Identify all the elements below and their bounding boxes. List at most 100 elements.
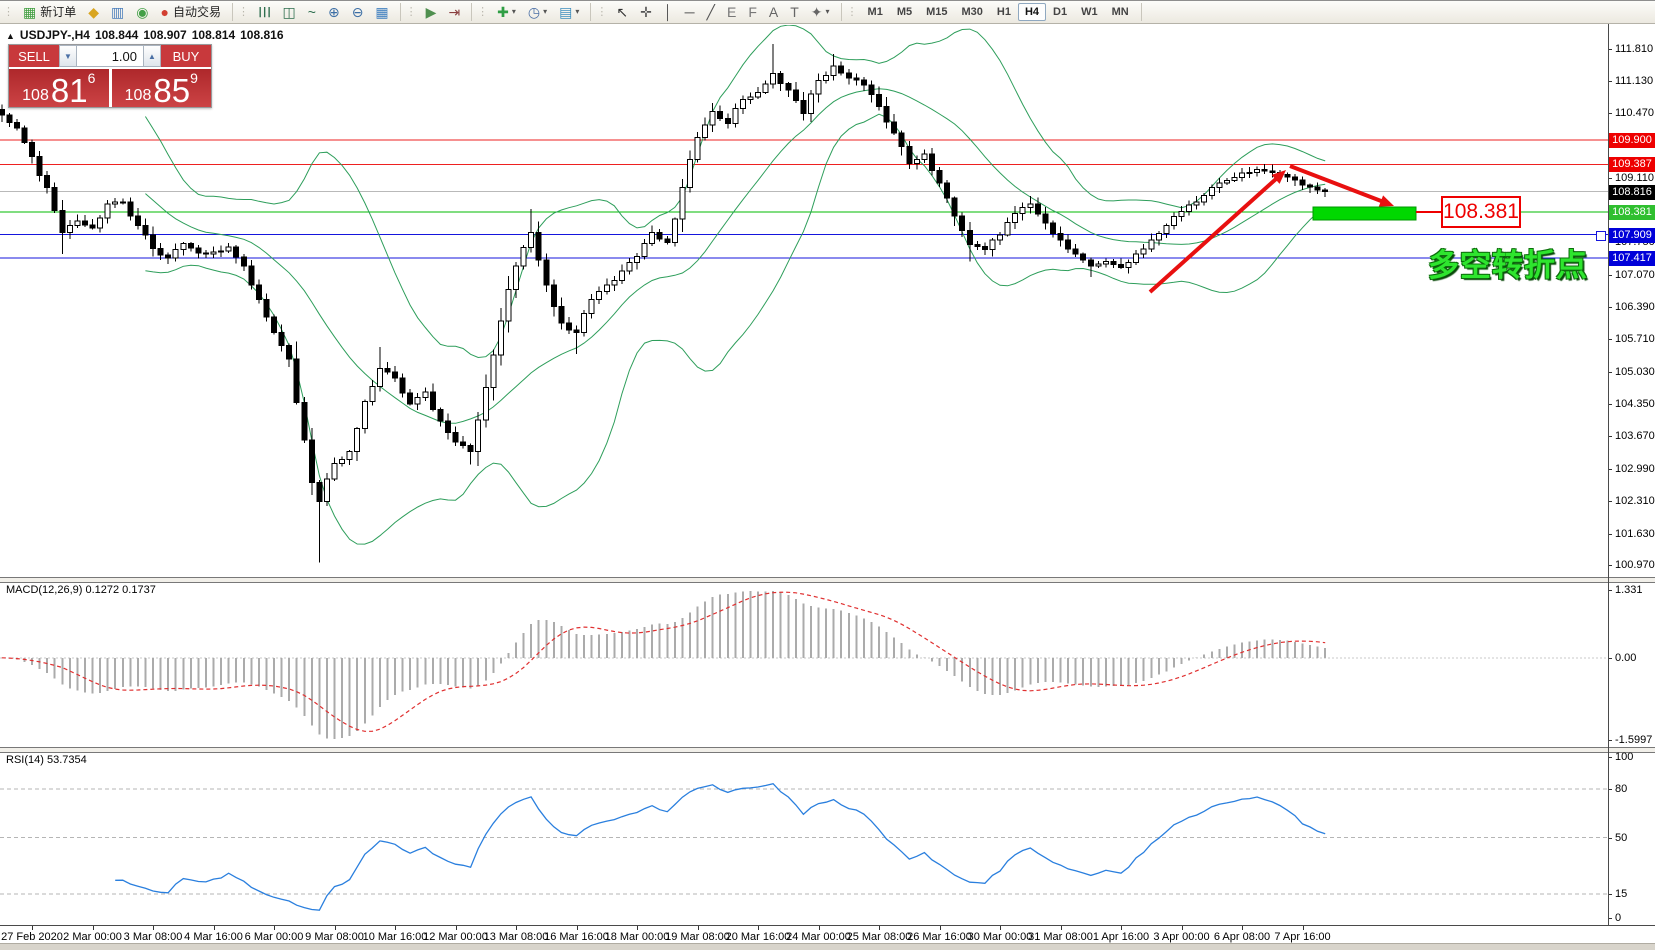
buy-price-button[interactable]: 108 85 9 xyxy=(112,69,212,107)
candle-body xyxy=(1292,177,1297,180)
candle-body xyxy=(1300,180,1305,185)
chevron-down-icon[interactable]: ▾ xyxy=(826,7,830,16)
sell-price-prefix: 108 xyxy=(22,88,49,104)
panel-separator xyxy=(0,752,1655,753)
candle-body xyxy=(1050,223,1055,233)
fibonacci-icon[interactable]: F xyxy=(743,1,762,22)
turning-point-note[interactable]: 多空转折点 xyxy=(1428,240,1588,285)
chevron-down-icon[interactable]: ▾ xyxy=(575,7,579,16)
candle-body xyxy=(483,387,488,419)
new-order-button[interactable]: ▦新订单 xyxy=(18,1,81,22)
timeframe-m30[interactable]: M30 xyxy=(955,3,990,21)
rsi-indicator-panel[interactable] xyxy=(0,753,1655,925)
price-tick: 102.990 xyxy=(1615,463,1655,475)
channel-icon[interactable]: E xyxy=(722,1,741,22)
price-callout-label[interactable]: 108.381 xyxy=(1441,196,1521,228)
vline-icon[interactable]: │ xyxy=(659,1,678,22)
chart-shift-icon[interactable]: ⇥ xyxy=(443,1,465,22)
zoom-in-icon[interactable]: ⊕ xyxy=(323,1,345,22)
tile-windows-icon[interactable]: ▦ xyxy=(370,1,393,22)
text-icon[interactable]: A xyxy=(764,1,783,22)
rsi-level: 15 xyxy=(1615,888,1627,900)
time-label: 16 Mar 16:00 xyxy=(544,931,609,943)
timeframe-h4[interactable]: H4 xyxy=(1018,3,1046,21)
timeframe-h1[interactable]: H1 xyxy=(990,3,1018,21)
ohlc-bars-icon[interactable]: ☰ xyxy=(253,1,276,22)
trendline-icon[interactable]: ╱ xyxy=(702,1,720,22)
data-window-icon[interactable]: ◉ xyxy=(131,1,153,22)
timeframe-m15[interactable]: M15 xyxy=(919,3,954,21)
auto-trading-button[interactable]: ●自动交易 xyxy=(155,1,225,22)
buy-button[interactable]: BUY xyxy=(161,45,211,67)
candlestick-icon[interactable]: ◫ xyxy=(278,1,301,22)
down-trend-arrow[interactable] xyxy=(1290,166,1394,207)
time-tick xyxy=(395,926,396,930)
candle-body xyxy=(1081,254,1086,260)
scroll-group: ▶⇥ xyxy=(403,0,470,23)
zoom-out-icon[interactable]: ⊖ xyxy=(347,1,369,22)
toolbar-separator xyxy=(841,3,842,21)
hline-drag-handle[interactable] xyxy=(1596,231,1606,241)
current-price-badge: 108.816 xyxy=(1609,185,1655,200)
crosshair-icon[interactable]: ✛ xyxy=(635,1,657,22)
hline-icon[interactable]: ─ xyxy=(680,1,700,22)
timeframe-mn[interactable]: MN xyxy=(1105,3,1136,21)
toolbar-separator xyxy=(471,3,472,21)
periods-button[interactable]: ◷▾ xyxy=(523,1,552,22)
trade-panel-collapse-icon[interactable]: ▲ xyxy=(6,31,15,41)
candle-body xyxy=(869,85,874,94)
candle-body xyxy=(370,387,375,402)
candle-body xyxy=(1103,261,1108,264)
auto-trading-icon: ● xyxy=(160,5,168,19)
chart-profiles-icon[interactable]: ◆ xyxy=(83,1,104,22)
timeframe-group: M1M5M15M30H1H4D1W1MN xyxy=(844,0,1139,23)
auto-scroll-icon: ▶ xyxy=(426,5,437,19)
main-price-chart[interactable] xyxy=(0,25,1655,578)
candle-body xyxy=(574,330,579,333)
candle-body xyxy=(430,392,435,409)
candle-body xyxy=(498,321,503,355)
templates-button[interactable]: ▤▾ xyxy=(554,1,584,22)
sell-price-pip: 6 xyxy=(88,71,96,85)
candle-body xyxy=(990,240,995,249)
auto-scroll-icon[interactable]: ▶ xyxy=(421,1,442,22)
channel-icon: E xyxy=(727,5,736,19)
candle-body xyxy=(377,368,382,386)
candle-body xyxy=(604,285,609,291)
sell-button[interactable]: SELL xyxy=(9,45,59,67)
volume-decrease-button[interactable]: ▼ xyxy=(59,45,77,67)
timeframe-m1[interactable]: M1 xyxy=(861,3,890,21)
up-trend-arrow[interactable] xyxy=(1150,170,1286,292)
arrows-icon: ✦ xyxy=(811,5,823,19)
volume-input[interactable]: 1.00 xyxy=(77,45,143,67)
candle-body xyxy=(1194,202,1199,205)
volume-increase-button[interactable]: ▲ xyxy=(143,45,161,67)
time-tick xyxy=(456,926,457,930)
candle-body xyxy=(1073,249,1078,254)
market-watch-icon[interactable]: ▥ xyxy=(106,1,129,22)
cursor-icon[interactable]: ↖ xyxy=(611,1,633,22)
line-chart-icon[interactable]: ~ xyxy=(303,1,321,22)
arrows-icon[interactable]: ✦▾ xyxy=(806,1,835,22)
candle-body xyxy=(1066,240,1071,249)
chevron-down-icon[interactable]: ▾ xyxy=(543,7,547,16)
indicators-button[interactable]: ✚▾ xyxy=(492,1,521,22)
candle-body xyxy=(642,243,647,256)
timeframe-d1[interactable]: D1 xyxy=(1046,3,1074,21)
sell-price-button[interactable]: 108 81 6 xyxy=(9,69,111,107)
macd-indicator-panel[interactable] xyxy=(0,583,1655,747)
time-axis[interactable]: 27 Feb 20202 Mar 00:003 Mar 08:004 Mar 1… xyxy=(0,925,1655,944)
candle-body xyxy=(718,111,723,118)
price-tick: 101.630 xyxy=(1615,528,1655,540)
green-support-zone[interactable] xyxy=(1313,207,1416,220)
label-icon[interactable]: T xyxy=(785,1,804,22)
candle-body xyxy=(514,266,519,289)
candle-body xyxy=(566,323,571,330)
timeframe-m5[interactable]: M5 xyxy=(890,3,919,21)
time-label: 20 Mar 16:00 xyxy=(726,931,791,943)
chevron-down-icon[interactable]: ▾ xyxy=(512,7,516,16)
candle-body xyxy=(461,442,466,446)
candle-body xyxy=(551,285,556,306)
hline-icon: ─ xyxy=(685,5,695,19)
timeframe-w1[interactable]: W1 xyxy=(1074,3,1105,21)
